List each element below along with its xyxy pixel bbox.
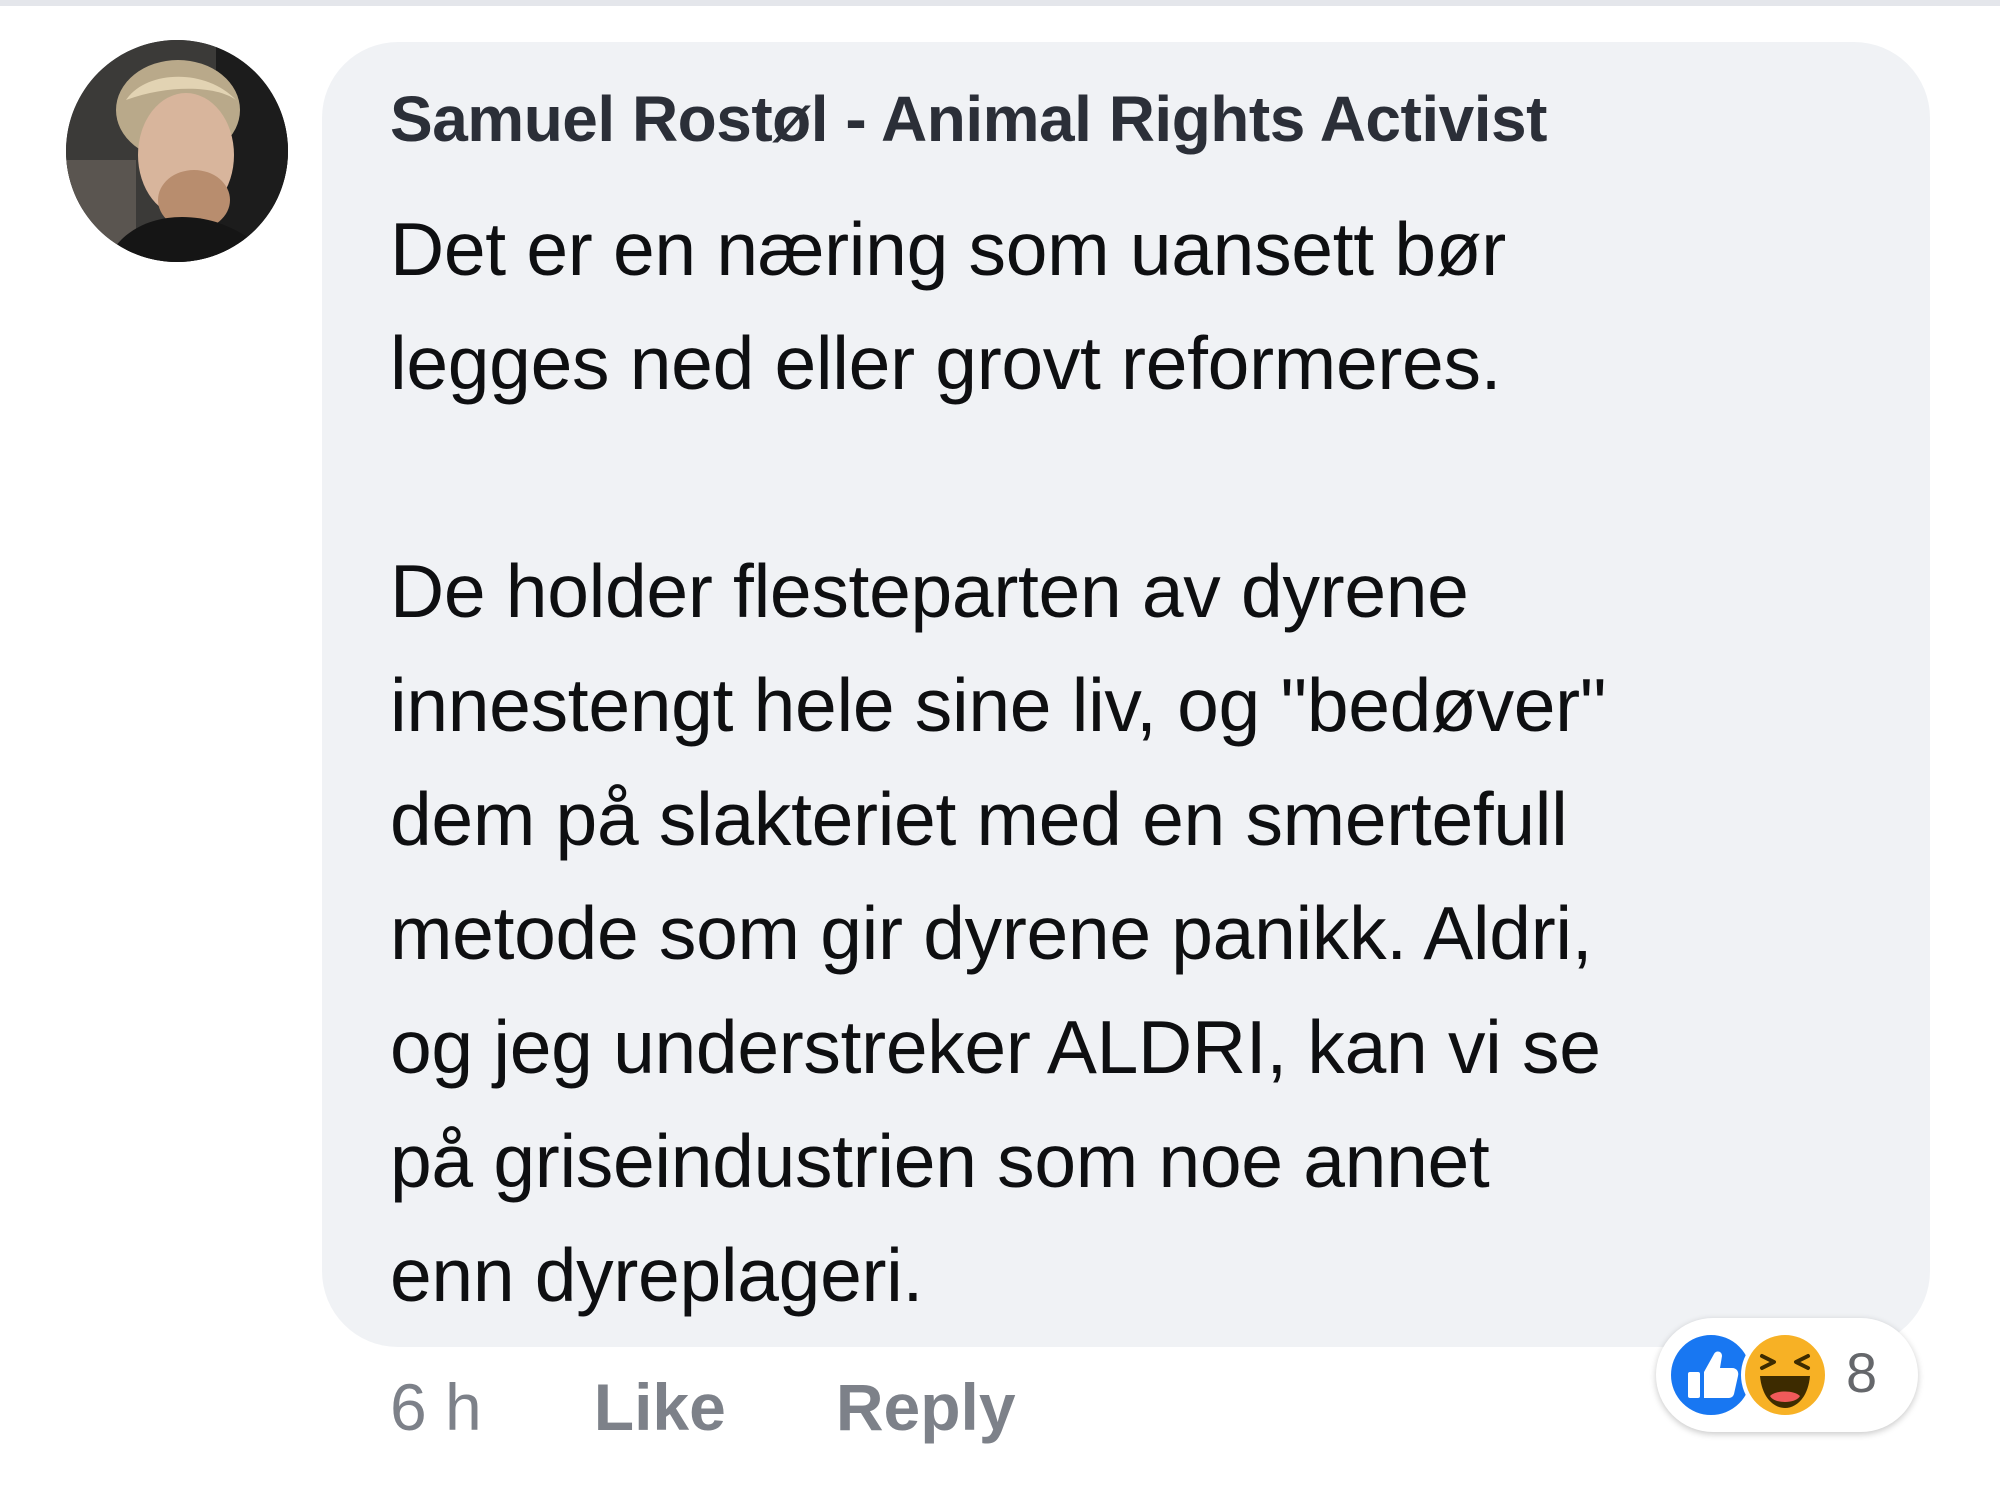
comment-line: metode som gir dyrene panikk. Aldri, bbox=[390, 891, 1593, 975]
comment-line: innestengt hele sine liv, og "bedøver" bbox=[390, 663, 1607, 747]
comment-line: Det er en næring som uansett bør bbox=[390, 207, 1506, 291]
reaction-summary[interactable]: 8 bbox=[1656, 1318, 1918, 1432]
comment-timestamp[interactable]: 6 h bbox=[390, 1369, 482, 1445]
haha-icon bbox=[1741, 1331, 1829, 1419]
like-button[interactable]: Like bbox=[594, 1369, 726, 1445]
avatar[interactable] bbox=[66, 40, 288, 262]
comment-line: dem på slakteriet med en smertefull bbox=[390, 777, 1568, 861]
comment-line: De holder flesteparten av dyrene bbox=[390, 549, 1469, 633]
top-divider bbox=[0, 0, 2000, 6]
avatar-photo bbox=[66, 40, 288, 262]
comment-author[interactable]: Samuel Rostøl - Animal Rights Activist bbox=[390, 82, 1547, 156]
comment-line: og jeg understreker ALDRI, kan vi se bbox=[390, 1005, 1601, 1089]
comment-body: Det er en næring som uansett bør legges … bbox=[390, 192, 1910, 1332]
comment-line: legges ned eller grovt reformeres. bbox=[390, 321, 1502, 405]
comment-line: på griseindustrien som noe annet bbox=[390, 1119, 1490, 1203]
comment-line: enn dyreplageri. bbox=[390, 1233, 924, 1317]
reply-button[interactable]: Reply bbox=[836, 1369, 1016, 1445]
comment-actions: 6 h Like Reply bbox=[390, 1362, 1016, 1452]
reaction-count: 8 bbox=[1846, 1341, 1878, 1404]
